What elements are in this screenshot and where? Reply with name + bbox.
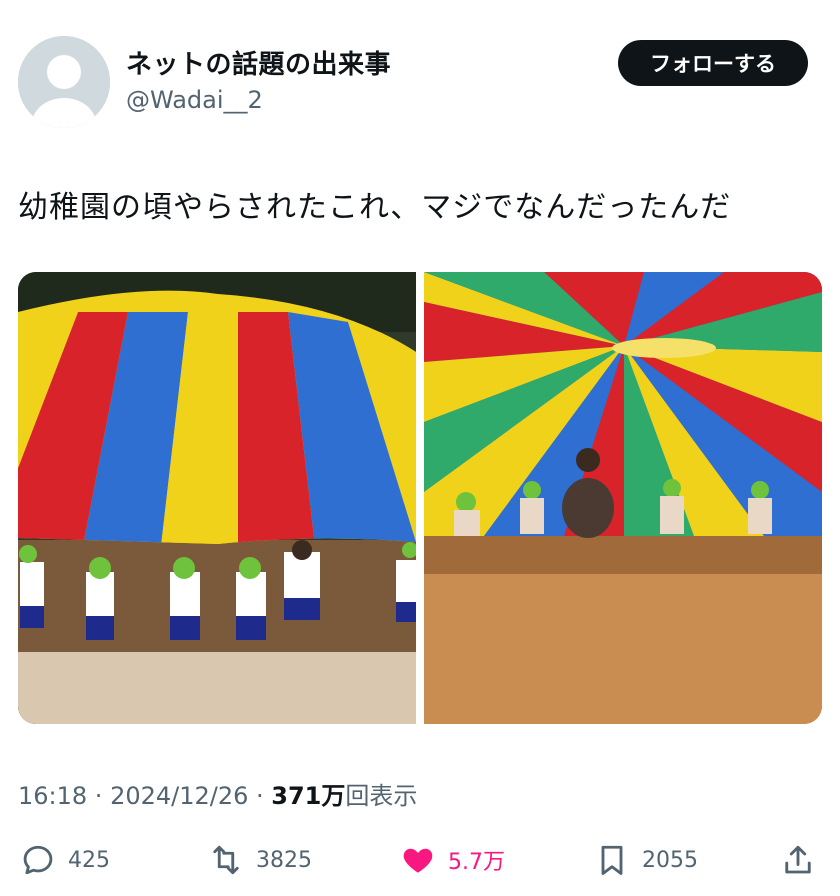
reply-icon (23, 845, 53, 875)
tweet-text: 幼稚園の頃やらされたこれ、マジでなんだったんだ (18, 190, 732, 225)
reply-button[interactable]: 425 (20, 838, 110, 882)
tweet-meta: 16:18 · 2024/12/26 · 371万回表示 (18, 776, 417, 811)
retweet-icon (213, 845, 239, 875)
author-handle[interactable]: @Wadai__2 (126, 86, 263, 114)
photo-outdoor-parachute[interactable] (18, 272, 416, 724)
tweet-time[interactable]: 16:18 (18, 782, 87, 810)
bookmark-icon (601, 845, 623, 875)
share-icon (785, 845, 811, 874)
tweet-actions: 425 3825 5.7万 2055 (0, 838, 840, 888)
meta-separator: · (248, 782, 272, 810)
tweet-header: ネットの話題の出来事 @Wadai__2 フォローする (0, 0, 840, 140)
meta-separator: · (87, 782, 111, 810)
like-count: 5.7万 (448, 850, 505, 875)
bookmark-button[interactable]: 2055 (594, 838, 698, 882)
bookmark-count: 2055 (642, 847, 698, 873)
photo-indoor-parachute[interactable] (424, 272, 822, 724)
heart-filled-icon (403, 848, 433, 873)
tweet-date[interactable]: 2024/12/26 (110, 782, 248, 810)
views-count: 371万 (271, 782, 346, 810)
tweet-media (18, 272, 822, 724)
reply-count: 425 (68, 847, 110, 873)
follow-button[interactable]: フォローする (618, 40, 808, 86)
retweet-button[interactable]: 3825 (208, 838, 312, 882)
avatar[interactable] (18, 36, 110, 128)
default-avatar-icon (18, 36, 110, 128)
author-display-name[interactable]: ネットの話題の出来事 (126, 44, 391, 81)
views-label: 回表示 (345, 782, 418, 810)
retweet-count: 3825 (256, 847, 312, 873)
share-button[interactable] (780, 838, 816, 882)
like-button[interactable]: 5.7万 (400, 838, 505, 882)
